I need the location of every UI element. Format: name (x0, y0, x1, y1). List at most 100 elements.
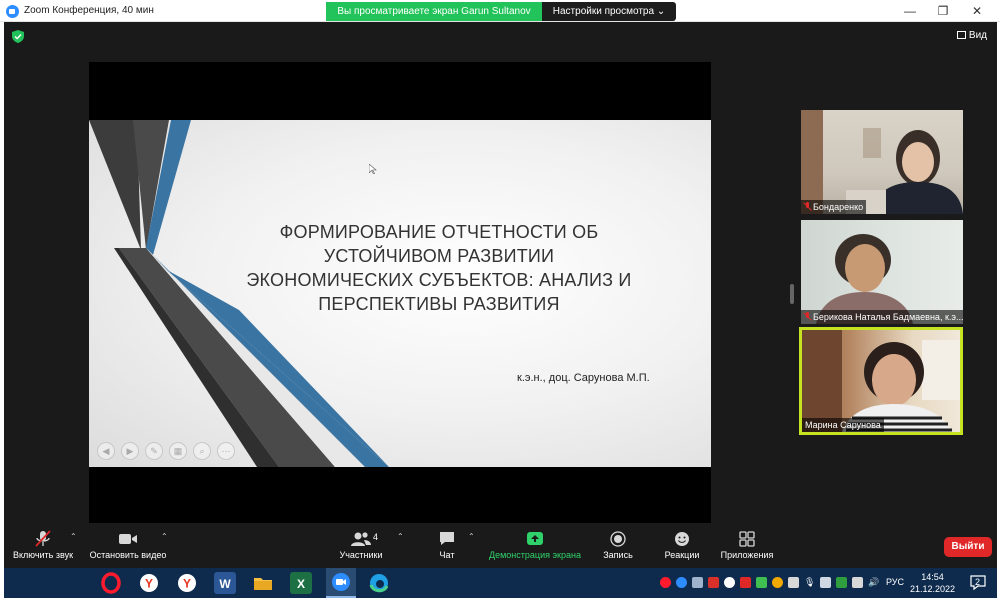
view-options-button[interactable]: Настройки просмотра ⌄ (542, 2, 676, 21)
display-tray-icon[interactable] (852, 577, 863, 588)
taskbar-clock[interactable]: 14:54 21.12.2022 (910, 571, 955, 595)
title-bar: Zoom Конференция, 40 мин Вы просматривае… (0, 0, 1000, 22)
windows-taskbar: Y Y W X 🎙 🔊 РУС 14:54 21.12.2022 2 (4, 568, 997, 598)
active-speaker-video-tile[interactable]: Марина Сарунова (799, 327, 963, 435)
chat-button[interactable]: Чат (430, 528, 464, 568)
zoom-tray-icon[interactable] (676, 577, 687, 588)
stop-video-button[interactable]: Остановить видео (88, 528, 168, 568)
audio-options-caret-icon[interactable]: ⌃ (70, 532, 77, 541)
participants-button[interactable]: Участники (334, 528, 388, 568)
stop-video-label: Остановить видео (89, 550, 167, 560)
reactions-button[interactable]: Реакции (659, 528, 705, 568)
panel-splitter-handle[interactable] (790, 284, 794, 304)
close-button[interactable]: ✕ (962, 0, 992, 22)
screen-share-banner: Вы просматриваете экран Garun Sultanov (326, 2, 542, 21)
minimize-button[interactable]: — (895, 0, 925, 22)
participant-name: Марина Сарунова (802, 418, 884, 432)
participants-count: 4 (373, 532, 379, 542)
slide-author: к.э.н., доц. Сарунова М.П. (517, 372, 650, 384)
participant-video-feed (816, 234, 913, 324)
zoom-logo-icon (6, 5, 19, 18)
previous-slide-icon[interactable]: ◀ (97, 442, 115, 460)
participant-video-feed (802, 330, 960, 432)
apps-button[interactable]: Приложения (716, 528, 778, 568)
yandex-browser-icon[interactable]: Y (138, 572, 160, 594)
participant-video-tile[interactable]: Бондаренко (801, 110, 963, 214)
muted-microphone-icon (804, 312, 811, 321)
meeting-toolbar: Включить звук ⌃ Остановить видео ⌃ Участ… (4, 528, 997, 568)
unmute-button[interactable]: Включить звук (10, 528, 76, 568)
view-options-label: Настройки просмотра (552, 6, 655, 17)
share-screen-icon (527, 532, 543, 545)
app-tray-icon[interactable] (708, 577, 719, 588)
keyboard-language-indicator[interactable]: РУС (886, 577, 904, 587)
maximize-button[interactable]: ❐ (928, 0, 958, 22)
pen-icon[interactable]: ✎ (145, 442, 163, 460)
participants-options-caret-icon[interactable]: ⌃ (397, 532, 404, 541)
grid-view-icon (956, 31, 966, 39)
opera-tray-icon[interactable] (660, 577, 671, 588)
network-tray-icon[interactable] (820, 577, 831, 588)
window-title: Zoom Конференция, 40 мин (24, 5, 154, 16)
share-screen-label: Демонстрация экрана (489, 550, 581, 560)
volume-tray-icon[interactable]: 🔊 (868, 577, 879, 588)
checkmark-tray-icon[interactable] (756, 577, 767, 588)
reactions-label: Реакции (664, 550, 700, 560)
security-shield-icon[interactable] (12, 30, 24, 43)
participants-label: Участники (339, 550, 383, 560)
clock-date: 21.12.2022 (910, 584, 956, 594)
sync-tray-icon[interactable] (692, 577, 703, 588)
zoom-icon[interactable]: ⌕ (193, 442, 211, 460)
more-options-icon[interactable]: ⋯ (217, 442, 235, 460)
record-button[interactable]: Запись (600, 528, 636, 568)
shared-screen: Формирование отчетности об устойчивом ра… (89, 62, 711, 523)
muted-microphone-icon (804, 202, 811, 211)
notification-count: 2 (975, 577, 981, 587)
slide-title: Формирование отчетности об устойчивом ра… (246, 222, 632, 314)
svg-text:Y: Y (145, 577, 153, 591)
chat-bubble-icon (440, 532, 454, 545)
notification-tray-icon[interactable] (772, 577, 783, 588)
next-slide-icon[interactable]: ▶ (121, 442, 139, 460)
media-tray-icon[interactable] (740, 577, 751, 588)
svg-text:W: W (219, 577, 231, 591)
yandex-icon[interactable]: Y (176, 572, 198, 594)
view-toggle-label: Вид (968, 30, 987, 41)
microsoft-word-icon[interactable]: W (214, 572, 236, 594)
chat-options-caret-icon[interactable]: ⌃ (468, 532, 475, 541)
slideshow-controls: ◀ ▶ ✎ ▦ ⌕ ⋯ (97, 442, 235, 460)
participant-video-feed (801, 110, 963, 214)
opera-browser-icon[interactable] (100, 572, 122, 594)
participant-name: Бондаренко (801, 200, 867, 214)
chevron-down-icon: ⌄ (656, 6, 666, 17)
presentation-slide: Формирование отчетности об устойчивом ра… (89, 120, 711, 467)
participants-icon (351, 532, 371, 546)
clock-time: 14:54 (921, 572, 944, 582)
record-icon (610, 531, 626, 547)
record-label: Запись (603, 550, 633, 560)
slides-grid-icon[interactable]: ▦ (169, 442, 187, 460)
apps-icon (739, 531, 755, 547)
device-tray-icon[interactable] (788, 577, 799, 588)
security-tray-icon[interactable] (836, 577, 847, 588)
participant-name: Берикова Наталья Бадмаевна, к.э... (801, 310, 963, 324)
apps-label: Приложения (720, 550, 774, 560)
microsoft-edge-icon[interactable] (368, 572, 390, 594)
video-options-caret-icon[interactable]: ⌃ (161, 532, 168, 541)
share-screen-button[interactable]: Демонстрация экрана (486, 528, 584, 568)
microphone-tray-icon[interactable]: 🎙 (804, 577, 815, 588)
file-explorer-icon[interactable] (252, 572, 274, 594)
participant-video-tile[interactable]: Берикова Наталья Бадмаевна, к.э... (801, 220, 963, 324)
yandex-tray-icon[interactable] (724, 577, 735, 588)
unmute-label: Включить звук (12, 550, 74, 560)
view-toggle-button[interactable]: Вид (956, 30, 987, 41)
smiley-reaction-icon (675, 532, 689, 546)
muted-microphone-icon (35, 530, 51, 547)
action-center-button[interactable]: 2 (969, 574, 987, 591)
video-camera-icon (119, 534, 137, 544)
chat-label: Чат (439, 550, 455, 560)
mouse-cursor-icon (369, 164, 377, 174)
leave-meeting-button[interactable]: Выйти (944, 537, 992, 557)
microsoft-excel-icon[interactable]: X (290, 572, 312, 594)
zoom-taskbar-icon[interactable] (326, 568, 356, 598)
